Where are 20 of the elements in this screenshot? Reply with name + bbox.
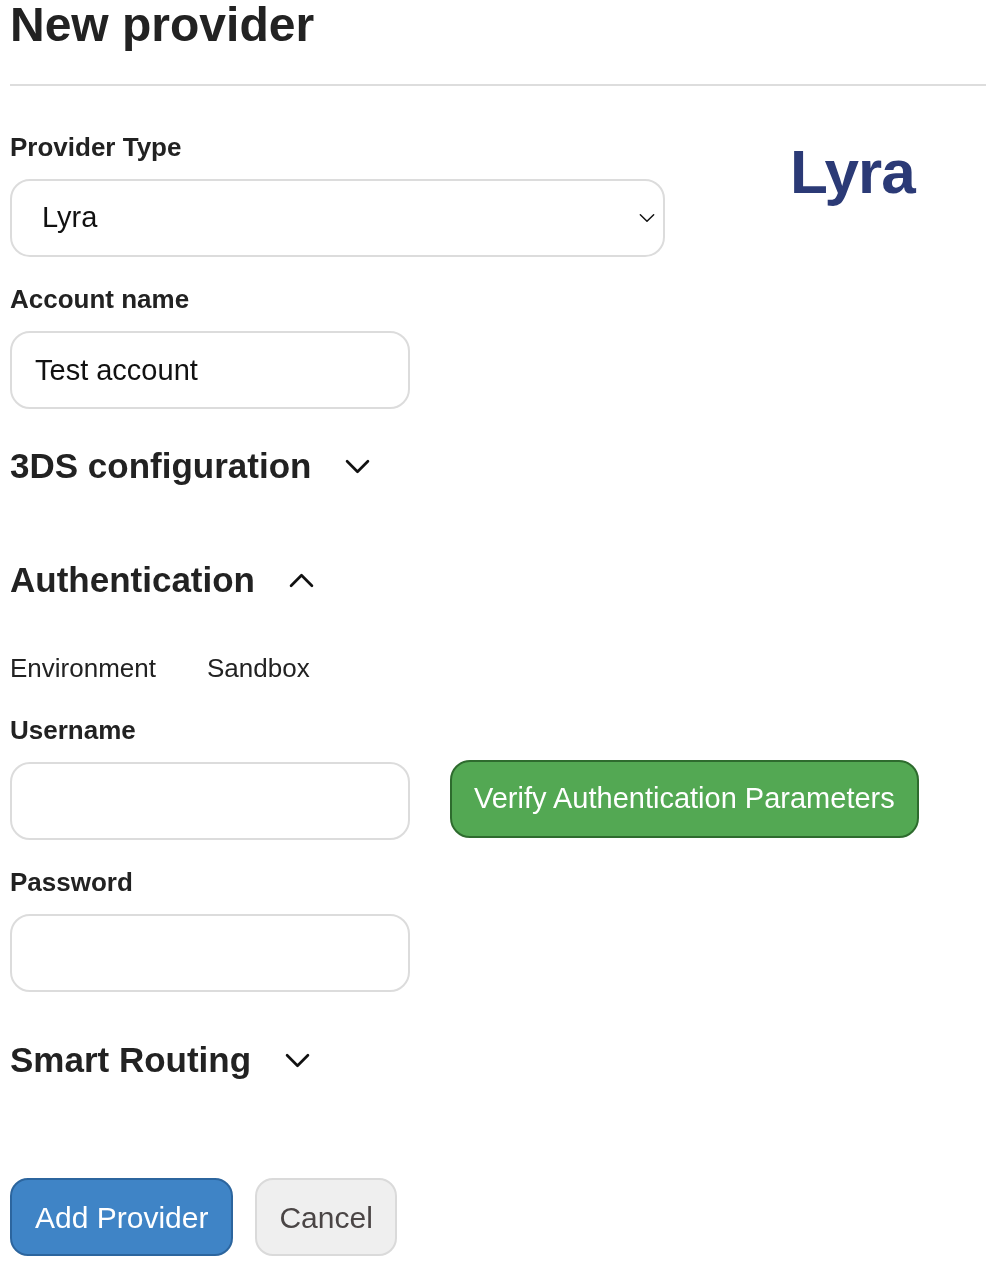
chevron-down-icon[interactable] xyxy=(345,458,371,474)
field-label: Account name xyxy=(10,283,191,315)
field-label: Password xyxy=(10,866,134,898)
field-label: Provider Type xyxy=(10,131,183,163)
cancel-button[interactable]: Cancel xyxy=(255,1178,397,1256)
password-input[interactable] xyxy=(10,914,410,992)
section-heading: Smart Routing xyxy=(10,1039,252,1081)
add-button[interactable]: Add Provider xyxy=(10,1178,234,1256)
chevron-down-icon[interactable] xyxy=(285,1052,311,1068)
page-title: New provider xyxy=(10,0,316,50)
provider-type-select[interactable]: Lyra xyxy=(10,179,665,257)
username-input[interactable] xyxy=(10,762,410,840)
section-heading: Authentication xyxy=(10,559,255,601)
environment-label: Environment xyxy=(10,652,157,684)
field-label: Username xyxy=(10,714,137,746)
section-heading: 3DS configuration xyxy=(10,445,312,487)
account-name-input[interactable]: Test account xyxy=(10,331,410,409)
environment-value: Sandbox xyxy=(207,652,310,684)
chevron-down-icon[interactable] xyxy=(639,213,655,223)
chevron-up-icon[interactable] xyxy=(289,572,314,588)
